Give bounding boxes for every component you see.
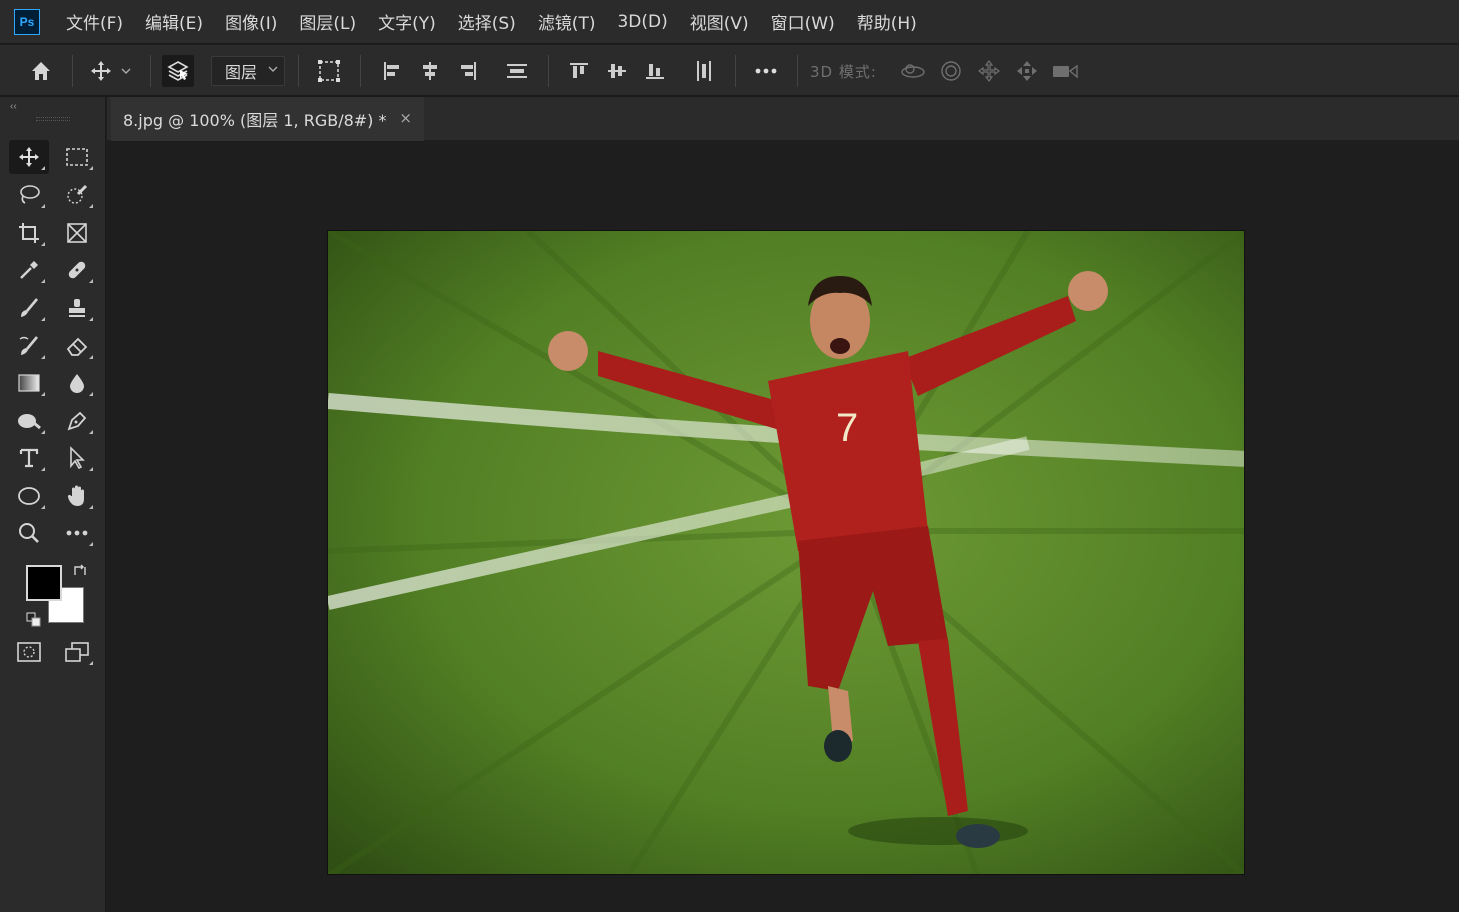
close-icon[interactable]: × bbox=[399, 109, 412, 127]
path-selection-tool[interactable] bbox=[57, 441, 97, 475]
foreground-color-swatch[interactable] bbox=[26, 565, 62, 601]
menu-select[interactable]: 选择(S) bbox=[458, 9, 516, 34]
blur-tool[interactable] bbox=[57, 366, 97, 400]
align-bottom-icon[interactable] bbox=[641, 57, 669, 85]
tools-panel: ‹‹ bbox=[0, 97, 106, 912]
ellipse-tool[interactable] bbox=[9, 479, 49, 513]
align-right-icon[interactable] bbox=[454, 57, 482, 85]
document-tab-title: 8.jpg @ 100% (图层 1, RGB/8#) * bbox=[123, 111, 387, 130]
zoom-tool[interactable] bbox=[9, 516, 49, 550]
swap-colors-icon[interactable] bbox=[72, 563, 88, 584]
transform-controls-icon[interactable] bbox=[315, 57, 343, 85]
edit-toolbar-tool[interactable] bbox=[57, 516, 97, 550]
quick-mask-tool[interactable] bbox=[9, 635, 49, 669]
options-bar: 图层 bbox=[0, 45, 1459, 97]
eraser-tool[interactable] bbox=[57, 329, 97, 363]
move-tool[interactable] bbox=[9, 140, 49, 174]
document-tab[interactable]: 8.jpg @ 100% (图层 1, RGB/8#) * × bbox=[111, 97, 424, 141]
document-tab-bar: 8.jpg @ 100% (图层 1, RGB/8#) * × bbox=[107, 97, 1459, 141]
clone-stamp-tool[interactable] bbox=[57, 291, 97, 325]
drag-3d-icon[interactable] bbox=[975, 57, 1003, 85]
menu-layer[interactable]: 图层(L) bbox=[299, 9, 356, 34]
menu-view[interactable]: 视图(V) bbox=[690, 9, 749, 34]
chevron-down-icon[interactable] bbox=[118, 57, 134, 85]
align-vcenter-icon[interactable] bbox=[603, 57, 631, 85]
layer-select-value: 图层 bbox=[225, 63, 258, 82]
distribute-vertical-icon[interactable] bbox=[503, 57, 531, 85]
frame-tool[interactable] bbox=[57, 216, 97, 250]
eyedropper-tool[interactable] bbox=[9, 253, 49, 287]
football-player-photo: 7 bbox=[328, 231, 1244, 874]
move-icon[interactable] bbox=[87, 57, 115, 85]
roll-3d-icon[interactable] bbox=[937, 57, 965, 85]
slide-3d-icon[interactable] bbox=[1013, 57, 1041, 85]
marquee-tool[interactable] bbox=[57, 140, 97, 174]
quick-selection-tool[interactable] bbox=[57, 178, 97, 212]
menu-file[interactable]: 文件(F) bbox=[66, 9, 123, 34]
more-options-icon[interactable] bbox=[752, 57, 780, 85]
layer-select-dropdown[interactable]: 图层 bbox=[211, 56, 285, 86]
scale-3d-camera-icon[interactable] bbox=[1051, 57, 1079, 85]
menu-help[interactable]: 帮助(H) bbox=[857, 9, 917, 34]
screen-mode-tool[interactable] bbox=[57, 635, 97, 669]
default-colors-icon[interactable] bbox=[26, 612, 42, 633]
align-top-icon[interactable] bbox=[565, 57, 593, 85]
type-tool[interactable] bbox=[9, 441, 49, 475]
orbit-3d-icon[interactable] bbox=[899, 57, 927, 85]
menu-3d[interactable]: 3D(D) bbox=[617, 12, 667, 32]
photoshop-logo: Ps bbox=[14, 8, 40, 35]
menu-image[interactable]: 图像(I) bbox=[225, 9, 277, 34]
jersey-number: 7 bbox=[836, 406, 858, 450]
menu-filter[interactable]: 滤镜(T) bbox=[538, 9, 596, 34]
align-hcenter-icon[interactable] bbox=[416, 57, 444, 85]
align-left-icon[interactable] bbox=[378, 57, 406, 85]
3d-mode-label: 3D 模式: bbox=[810, 63, 877, 81]
image-canvas[interactable]: 7 bbox=[327, 230, 1245, 875]
home-icon[interactable] bbox=[27, 57, 55, 85]
lasso-tool[interactable] bbox=[9, 178, 49, 212]
menu-type[interactable]: 文字(Y) bbox=[378, 9, 436, 34]
crop-tool[interactable] bbox=[9, 216, 49, 250]
auto-select-layers-icon[interactable] bbox=[162, 55, 194, 87]
chevron-down-icon bbox=[268, 64, 278, 77]
collapse-panel-icon[interactable]: ‹‹ bbox=[0, 97, 105, 115]
distribute-horizontal-icon[interactable] bbox=[690, 57, 718, 85]
menu-edit[interactable]: 编辑(E) bbox=[145, 9, 203, 34]
brush-tool[interactable] bbox=[9, 291, 49, 325]
history-brush-tool[interactable] bbox=[9, 329, 49, 363]
hand-tool[interactable] bbox=[57, 479, 97, 513]
healing-brush-tool[interactable] bbox=[57, 253, 97, 287]
pen-tool[interactable] bbox=[57, 404, 97, 438]
menu-window[interactable]: 窗口(W) bbox=[771, 9, 835, 34]
gradient-tool[interactable] bbox=[9, 366, 49, 400]
panel-grip[interactable] bbox=[36, 117, 70, 121]
menu-bar: Ps 文件(F) 编辑(E) 图像(I) 图层(L) 文字(Y) 选择(S) 滤… bbox=[0, 0, 1459, 44]
dodge-tool[interactable] bbox=[9, 404, 49, 438]
